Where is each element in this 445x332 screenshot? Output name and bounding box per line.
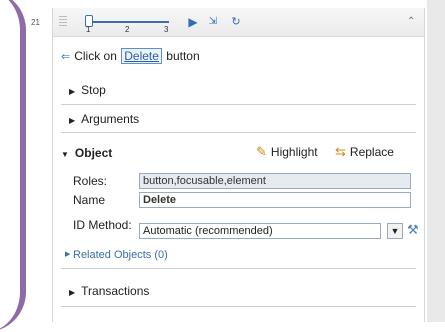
step-expand-icon[interactable]: ↻ (229, 15, 243, 29)
step-panel: 1 2 3 ▶ ⇲ ↻ ⌃ ⇐ Click on Delete button ▶ S… (52, 8, 425, 322)
timeline-curve (0, 0, 26, 332)
highlight-button[interactable]: ✎ Highlight (256, 144, 318, 160)
section-arguments[interactable]: ▶ Arguments (61, 106, 416, 133)
name-field[interactable]: Delete (139, 192, 411, 208)
section-transactions[interactable]: ▶ Transactions (61, 276, 416, 307)
step-description: ⇐ Click on Delete button (61, 48, 200, 64)
section-transactions-label: Transactions (81, 284, 150, 298)
replace-icon: ⇆ (335, 144, 346, 159)
highlight-icon: ✎ (256, 144, 267, 159)
expand-triangle-icon: ▶ (69, 288, 76, 297)
step-arrow-icon: ⇐ (61, 51, 71, 63)
right-scrollbar[interactable] (427, 0, 445, 322)
section-object-header[interactable]: ▼ Object (61, 146, 112, 160)
left-gutter (0, 0, 26, 332)
highlight-label: Highlight (270, 145, 318, 159)
detail-slider[interactable] (87, 21, 169, 23)
slider-tick-2: 2 (125, 25, 130, 34)
step-prefix: Click on (74, 49, 117, 63)
section-object-label: Object (74, 146, 113, 160)
slider-tick-3: 3 (164, 25, 169, 34)
slider-tick-1: 1 (86, 25, 91, 34)
related-objects[interactable]: ▶ Related Objects (0) (61, 244, 416, 269)
section-stop-label: Stop (81, 83, 106, 97)
step-toolbar: 1 2 3 ▶ ⇲ ↻ ⌃ (53, 8, 424, 37)
expand-triangle-icon: ▶ (65, 251, 71, 258)
step-number: 21 (31, 18, 40, 27)
id-method-select[interactable]: Automatic (recommended) (139, 223, 381, 239)
chevron-down-icon[interactable]: ▼ (387, 223, 403, 239)
name-label: Name (73, 193, 106, 207)
step-suffix: button (166, 49, 200, 63)
related-objects-label: Related Objects (0) (73, 249, 168, 261)
step-into-icon[interactable]: ⇲ (206, 15, 220, 29)
section-stop[interactable]: ▶ Stop (61, 78, 416, 105)
wrench-icon[interactable]: ⚒ (407, 222, 419, 238)
replace-label: Replace (349, 145, 394, 159)
expand-triangle-icon: ▶ (69, 87, 76, 96)
collapse-icon[interactable]: ⌃ (407, 16, 415, 27)
collapse-triangle-icon: ▼ (61, 150, 69, 159)
roles-field: button,focusable,element (139, 173, 411, 189)
play-step-icon[interactable]: ▶ (186, 15, 200, 29)
replace-button[interactable]: ⇆ Replace (335, 144, 394, 160)
drag-grip-icon[interactable] (59, 16, 67, 28)
expand-triangle-icon: ▶ (69, 116, 76, 125)
step-keyword-delete[interactable]: Delete (121, 48, 162, 64)
section-arguments-label: Arguments (81, 112, 140, 126)
roles-label: Roles: (73, 174, 108, 188)
id-method-label: ID Method: (73, 218, 132, 232)
